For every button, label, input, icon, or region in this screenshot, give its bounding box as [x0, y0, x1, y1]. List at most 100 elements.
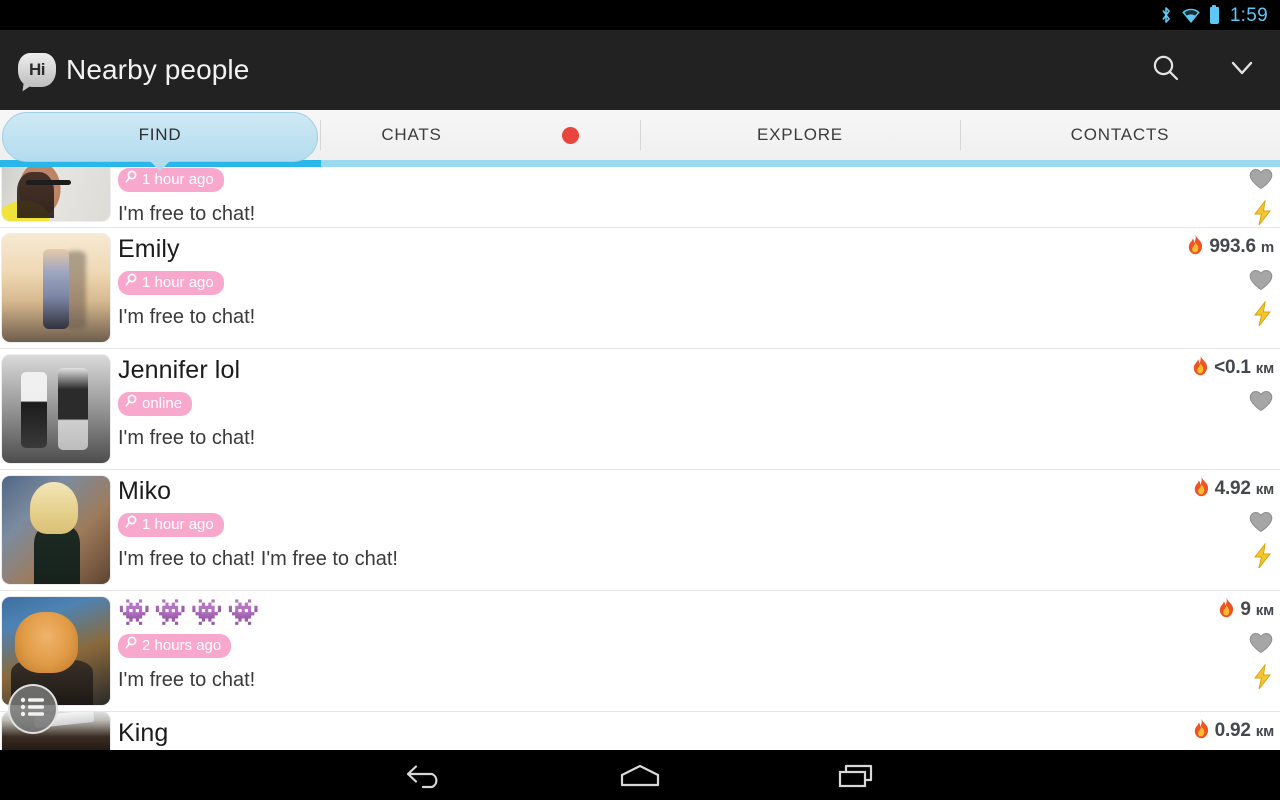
tab-contacts[interactable]: CONTACTS [960, 110, 1280, 160]
row-actions: <0.1 км [1130, 349, 1280, 415]
female-symbol-icon [125, 170, 137, 189]
heart-icon [1249, 390, 1273, 412]
poke-button[interactable] [1252, 300, 1274, 328]
tab-explore[interactable]: EXPLORE [640, 110, 960, 160]
status-badge-label: 2 hours ago [142, 636, 222, 654]
favorite-button[interactable] [1248, 508, 1274, 536]
recents-icon [834, 760, 878, 797]
search-button[interactable] [1128, 30, 1204, 110]
row-message: I'm free to chat! [118, 203, 256, 225]
poke-button[interactable] [1252, 663, 1274, 691]
tab-chats-label: CHATS [381, 125, 442, 144]
flame-icon [1192, 355, 1209, 382]
list-view-fab[interactable] [8, 684, 58, 734]
row-name: Emily [118, 235, 180, 263]
distance-unit: m [1260, 238, 1274, 256]
favorite-button[interactable] [1248, 167, 1274, 193]
tab-find[interactable]: FIND [0, 110, 320, 171]
distance-value: 9 [1240, 599, 1251, 620]
app-bar-actions [1128, 30, 1280, 110]
lightning-bolt-icon [1253, 543, 1272, 569]
row-actions [1130, 167, 1280, 227]
row-content: Miko 1 hour ago I'm free to chat! I'm fr… [118, 470, 1130, 572]
distance-value: 0.92 [1214, 720, 1251, 741]
row-content: 1 hour ago I'm free to chat! [118, 167, 1130, 227]
table-row[interactable]: Emily 1 hour ago I'm free to chat! 993.6… [0, 228, 1280, 349]
flame-icon [1187, 234, 1204, 261]
avatar[interactable] [2, 355, 110, 463]
row-content: Jennifer lol online I'm free to chat! [118, 349, 1130, 451]
status-badge: 1 hour ago [118, 271, 224, 295]
row-name: Jennifer lol [118, 356, 241, 384]
people-list[interactable]: 1 hour ago I'm free to chat! Emily 1 hou… [0, 167, 1280, 750]
heart-icon [1249, 632, 1273, 654]
lightning-bolt-icon [1253, 664, 1272, 690]
poke-button[interactable] [1252, 542, 1274, 570]
app-logo-text: Hi [29, 60, 46, 79]
table-row[interactable]: 1 hour ago I'm free to chat! [0, 167, 1280, 228]
row-name: 👾👾👾👾 [118, 597, 264, 627]
row-message: I'm free to chat! [118, 427, 256, 449]
status-clock: 1:59 [1229, 4, 1268, 26]
heart-icon [1249, 269, 1273, 291]
app-bar: Hi Nearby people [0, 30, 1280, 110]
heart-icon [1249, 511, 1273, 533]
lightning-bolt-icon [1253, 301, 1272, 327]
avatar[interactable] [2, 234, 110, 342]
tab-bar: FIND CHATS EXPLORE CONTACTS [0, 110, 1280, 171]
status-badge: 1 hour ago [118, 168, 224, 192]
tab-chats[interactable]: CHATS [320, 110, 640, 160]
home-icon [615, 761, 665, 796]
distance-readout: 4.92 км [1193, 476, 1274, 502]
row-message: I'm free to chat! I'm free to chat! [118, 548, 398, 570]
heart-icon [1249, 168, 1273, 190]
row-actions: 993.6 m [1130, 228, 1280, 328]
chats-unread-dot-icon [561, 126, 579, 144]
avatar[interactable] [2, 476, 110, 584]
status-badge: online [118, 392, 193, 416]
app-logo-icon: Hi [18, 53, 56, 93]
status-bar: 1:59 [0, 0, 1280, 30]
battery-icon [1209, 4, 1219, 24]
row-content: King [118, 712, 1130, 750]
nav-home-button[interactable] [532, 750, 748, 800]
search-icon [1149, 51, 1183, 90]
table-row[interactable]: King 0.92 км [0, 712, 1280, 750]
favorite-button[interactable] [1248, 266, 1274, 294]
row-actions: 0.92 км [1130, 712, 1280, 744]
flame-icon [1193, 718, 1210, 745]
row-message: I'm free to chat! [118, 306, 256, 328]
favorite-button[interactable] [1248, 387, 1274, 415]
distance-unit: км [1255, 722, 1274, 740]
nav-back-button[interactable] [316, 750, 532, 800]
bluetooth-icon [1160, 6, 1172, 24]
row-content: Emily 1 hour ago I'm free to chat! [118, 228, 1130, 330]
system-navigation-bar [0, 750, 1280, 800]
chevron-down-icon [1225, 51, 1259, 90]
android-screen: 1:59 Hi Nearby people FIND CHATS EXPLORE… [0, 0, 1280, 800]
poke-button[interactable] [1252, 199, 1274, 227]
status-badge-label: 1 hour ago [142, 515, 214, 533]
flame-icon [1218, 597, 1235, 624]
table-row[interactable]: 👾👾👾👾 2 hours ago I'm free to chat! 9 км [0, 591, 1280, 712]
female-symbol-icon [125, 515, 137, 534]
overflow-menu-button[interactable] [1204, 30, 1280, 110]
distance-unit: км [1255, 601, 1274, 619]
favorite-button[interactable] [1248, 629, 1274, 657]
status-badge-label: online [142, 394, 183, 412]
table-row[interactable]: Miko 1 hour ago I'm free to chat! I'm fr… [0, 470, 1280, 591]
distance-readout: 9 км [1218, 597, 1274, 623]
row-actions: 9 км [1130, 591, 1280, 691]
row-name: Miko [118, 477, 172, 505]
wifi-icon [1181, 7, 1201, 24]
table-row[interactable]: Jennifer lol online I'm free to chat! <0… [0, 349, 1280, 470]
female-symbol-icon [125, 394, 137, 413]
status-badge-label: 1 hour ago [142, 170, 214, 188]
distance-value: 4.92 [1214, 478, 1251, 499]
avatar[interactable] [2, 167, 110, 221]
tab-contacts-label: CONTACTS [1070, 125, 1170, 144]
tab-active-pointer-icon [149, 160, 171, 171]
row-content: 👾👾👾👾 2 hours ago I'm free to chat! [118, 591, 1130, 693]
nav-recents-button[interactable] [748, 750, 964, 800]
tab-find-label: FIND [138, 125, 182, 144]
